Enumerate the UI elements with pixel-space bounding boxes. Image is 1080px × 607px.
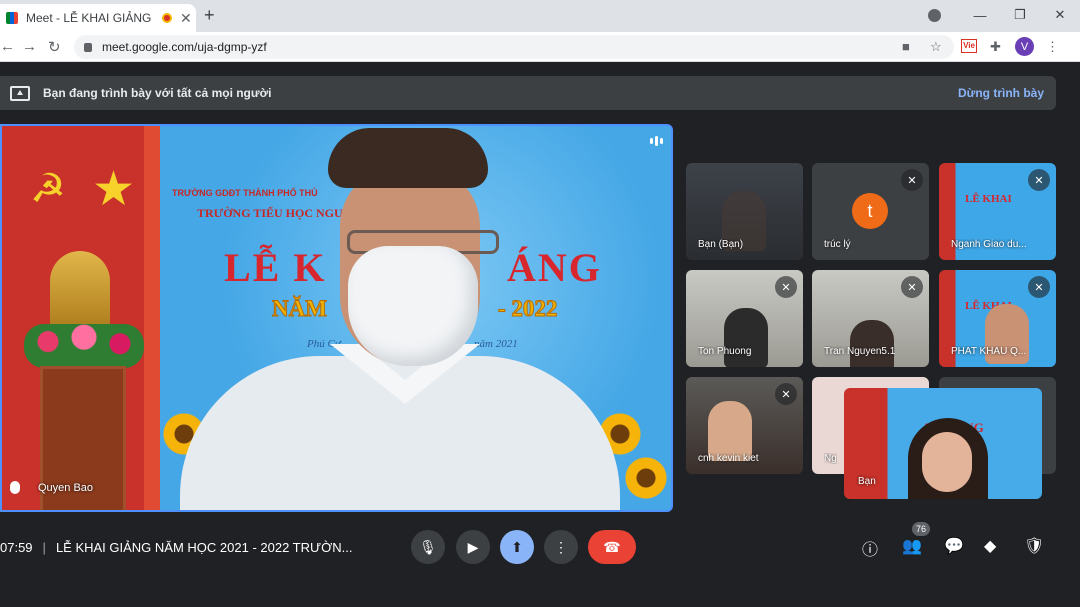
participant-tile[interactable]: Bạn (Bạn): [686, 163, 803, 260]
sunflower-icon: [624, 456, 668, 500]
host-controls-icon[interactable]: 🛡: [1024, 536, 1044, 556]
participant-tile[interactable]: LỄ KHAI ✕ Nganh Giao du...: [939, 163, 1056, 260]
meet-favicon-icon: [6, 12, 18, 24]
more-options-button[interactable]: ⋮: [544, 530, 578, 564]
leave-call-button[interactable]: ☎: [588, 530, 636, 564]
back-arrow-icon[interactable]: ←: [0, 38, 15, 55]
browser-tab-bar: Meet - LỄ KHAI GIẢNG NĂM ✕ + — ❐ ✕: [0, 0, 1080, 32]
participant-tile[interactable]: ✕ Tran Nguyen5.1: [812, 270, 929, 367]
participant-name: Tran Nguyen5.1: [824, 346, 896, 357]
participant-name: Nganh Giao du...: [951, 239, 1027, 250]
url-text: meet.google.com/uja-dgmp-yzf: [102, 40, 267, 54]
main-video-tile[interactable]: ☭ ★ TRƯỜNG GDĐT THÀNH PHỐ THỦ TRƯỜNG TIỂ…: [0, 124, 673, 512]
participant-tile[interactable]: ✕ Ton Phuong: [686, 270, 803, 367]
tab-title: Meet - LỄ KHAI GIẢNG NĂM: [26, 11, 154, 25]
close-tab-icon[interactable]: ✕: [180, 10, 192, 27]
face-mask: [348, 246, 478, 366]
speaking-indicator-icon: [650, 136, 663, 146]
participant-name: Ton Phuong: [698, 346, 752, 357]
star-icon: ★: [92, 163, 136, 216]
restore-icon[interactable]: ❐: [1000, 0, 1040, 30]
tab-search-icon[interactable]: [928, 9, 941, 22]
participant-name: cnh kevin kiet: [698, 453, 759, 464]
self-view-tile[interactable]: AI GIẢNG Bạn: [844, 388, 1042, 499]
participant-name: Ng: [824, 453, 837, 464]
people-icon[interactable]: 👥: [902, 536, 922, 556]
meeting-info: 07:59 | LỄ KHAI GIẢNG NĂM HỌC 2021 - 202…: [0, 540, 353, 555]
recording-indicator-icon: [162, 13, 172, 23]
camera-button[interactable]: ▶: [456, 530, 490, 564]
speaker-person: [180, 126, 620, 510]
participant-count-badge: 76: [912, 522, 930, 536]
participant-name: Quyen Bao: [38, 482, 94, 494]
bookmark-star-icon[interactable]: ☆: [930, 39, 942, 55]
extension-vn-icon[interactable]: Vie: [961, 39, 977, 53]
mic-off-icon: ✕: [901, 276, 923, 298]
present-screen-icon: [10, 85, 30, 101]
clock-time: 07:59: [0, 540, 33, 555]
meeting-controls-bar: 07:59 | LỄ KHAI GIẢNG NĂM HỌC 2021 - 202…: [0, 520, 1080, 576]
participant-name: PHAT KHAU Q...: [951, 346, 1027, 357]
pin-icon: [10, 481, 20, 494]
participant-tile[interactable]: ✕ cnh kevin kiet: [686, 377, 803, 474]
participant-tile[interactable]: ✕ t trúc lý: [812, 163, 929, 260]
camera-icon[interactable]: ■: [902, 39, 910, 54]
mic-off-icon: ✕: [1028, 276, 1050, 298]
presenting-text: Bạn đang trình bày với tất cả mọi người: [43, 86, 272, 100]
profile-avatar[interactable]: V: [1015, 37, 1034, 56]
new-tab-icon[interactable]: +: [204, 5, 215, 26]
address-bar[interactable]: meet.google.com/uja-dgmp-yzf: [74, 35, 954, 59]
browser-toolbar: ← → ↻ meet.google.com/uja-dgmp-yzf ■ ☆ V…: [0, 32, 1080, 62]
meeting-title[interactable]: LỄ KHAI GIẢNG NĂM HỌC 2021 - 2022 TRƯỜN.…: [56, 540, 353, 555]
stop-presenting-button[interactable]: Dừng trình bày: [958, 86, 1044, 100]
mic-off-icon: ✕: [775, 276, 797, 298]
activities-icon[interactable]: ◆: [984, 536, 996, 556]
chat-icon[interactable]: 💬: [944, 536, 964, 556]
participant-name: Bạn: [858, 476, 876, 487]
present-screen-button[interactable]: ⬆: [500, 530, 534, 564]
browser-menu-icon[interactable]: ⋮: [1046, 39, 1059, 55]
mic-off-icon: ✕: [775, 383, 797, 405]
participant-name: trúc lý: [824, 239, 851, 250]
mic-off-icon: ✕: [1028, 169, 1050, 191]
presenting-banner: Bạn đang trình bày với tất cả mọi người …: [0, 76, 1056, 110]
mic-off-icon: ✕: [901, 169, 923, 191]
microphone-button[interactable]: 🎙: [411, 530, 445, 564]
minimize-icon[interactable]: —: [960, 0, 1000, 30]
reload-icon[interactable]: ↻: [48, 38, 61, 56]
flower-arrangement: [24, 324, 144, 368]
tile-banner-text: LỄ KHAI: [965, 193, 1012, 205]
browser-tab[interactable]: Meet - LỄ KHAI GIẢNG NĂM ✕: [0, 4, 196, 32]
forward-arrow-icon[interactable]: →: [22, 38, 37, 55]
participant-tile[interactable]: LỄ KHAI ✕ PHAT KHAU Q...: [939, 270, 1056, 367]
lock-icon: [84, 42, 92, 52]
stage-flag-panel: ☭ ★: [2, 126, 160, 510]
info-icon[interactable]: ⓘ: [862, 536, 878, 560]
hammer-sickle-icon: ☭: [30, 167, 66, 211]
close-window-icon[interactable]: ✕: [1040, 0, 1080, 30]
window-controls: — ❐ ✕: [960, 0, 1080, 30]
extensions-puzzle-icon[interactable]: ✚: [990, 39, 1001, 55]
avatar: t: [852, 193, 888, 229]
participant-name: Bạn (Bạn): [698, 239, 744, 250]
